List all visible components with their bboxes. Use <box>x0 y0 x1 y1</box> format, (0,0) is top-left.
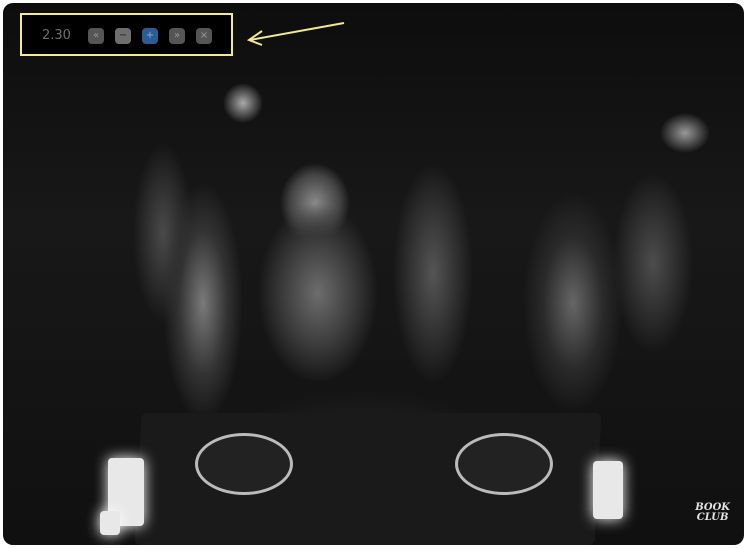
right-jog-wheel <box>455 433 553 495</box>
zoom-level: 2.30 <box>42 28 71 43</box>
zoom-out-button[interactable]: − <box>115 28 131 44</box>
close-icon: × <box>199 30 209 41</box>
dj-photo: BOOK CLUB <box>3 3 744 545</box>
fast-forward-button[interactable]: » <box>169 28 185 44</box>
minus-icon: − <box>118 30 128 41</box>
close-button[interactable]: × <box>196 28 212 44</box>
left-jog-wheel <box>195 433 293 495</box>
zoom-toolbar-highlight: 2.30 « − + » × <box>20 13 233 56</box>
candle <box>100 511 120 535</box>
annotation-arrow-icon <box>246 22 345 46</box>
forward-icon: » <box>173 30 181 41</box>
book-club-logo: BOOK CLUB <box>695 502 730 523</box>
fast-rewind-button[interactable]: « <box>88 28 104 44</box>
candle <box>593 461 623 519</box>
plus-icon: + <box>145 30 155 41</box>
zoom-in-button[interactable]: + <box>142 28 158 44</box>
rewind-icon: « <box>92 30 100 41</box>
